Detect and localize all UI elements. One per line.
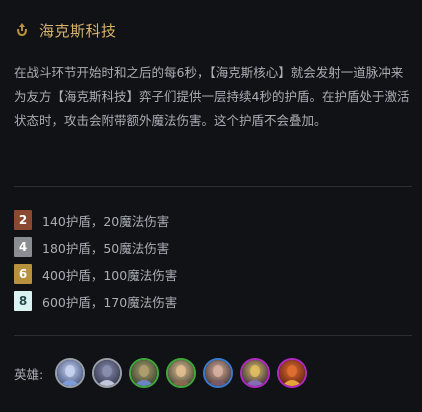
tier-effect-text: 400护盾，100魔法伤害 [42, 267, 178, 283]
champion-portrait-icon[interactable] [203, 358, 234, 388]
tier-row: 8 600护盾，170魔法伤害 [14, 291, 177, 311]
champion-portrait-icon[interactable] [240, 358, 271, 388]
champion-list: 英雄: [14, 358, 314, 388]
champion-portrait-icon[interactable] [129, 358, 160, 388]
tier-count-badge: 8 [14, 291, 32, 311]
trait-tooltip: 海克斯科技 在战斗环节开始时和之后的每6秒，【海克斯核心】就会发射一道脉冲来为友… [0, 0, 422, 412]
tier-list: 2 140护盾，20魔法伤害 4 180护盾，50魔法伤害 6 400护盾，100魔法伤害… [14, 210, 177, 318]
tier-effect-text: 140护盾，20魔法伤害 [42, 213, 170, 229]
champion-portrait-icon[interactable] [277, 358, 308, 388]
hextech-trait-icon [14, 22, 30, 38]
champion-portrait-icon[interactable] [92, 358, 123, 388]
trait-header: 海克斯科技 [14, 18, 117, 42]
divider [14, 335, 412, 336]
champion-portraits [55, 358, 314, 388]
divider [14, 186, 412, 187]
tier-effect-text: 180护盾，50魔法伤害 [42, 240, 170, 256]
tier-count-badge: 6 [14, 264, 32, 284]
champions-label: 英雄: [14, 366, 44, 382]
tier-row: 2 140护盾，20魔法伤害 [14, 210, 177, 230]
champion-portrait-icon[interactable] [166, 358, 197, 388]
champion-portrait-icon[interactable] [55, 358, 86, 388]
trait-description: 在战斗环节开始时和之后的每6秒，【海克斯核心】就会发射一道脉冲来为友方【海克斯科… [14, 65, 410, 128]
tier-effect-text: 600护盾，170魔法伤害 [42, 294, 178, 310]
tier-count-badge: 4 [14, 237, 32, 257]
trait-title: 海克斯科技 [39, 21, 117, 40]
tier-row: 4 180护盾，50魔法伤害 [14, 237, 177, 257]
tier-row: 6 400护盾，100魔法伤害 [14, 264, 177, 284]
tier-count-badge: 2 [14, 210, 32, 230]
